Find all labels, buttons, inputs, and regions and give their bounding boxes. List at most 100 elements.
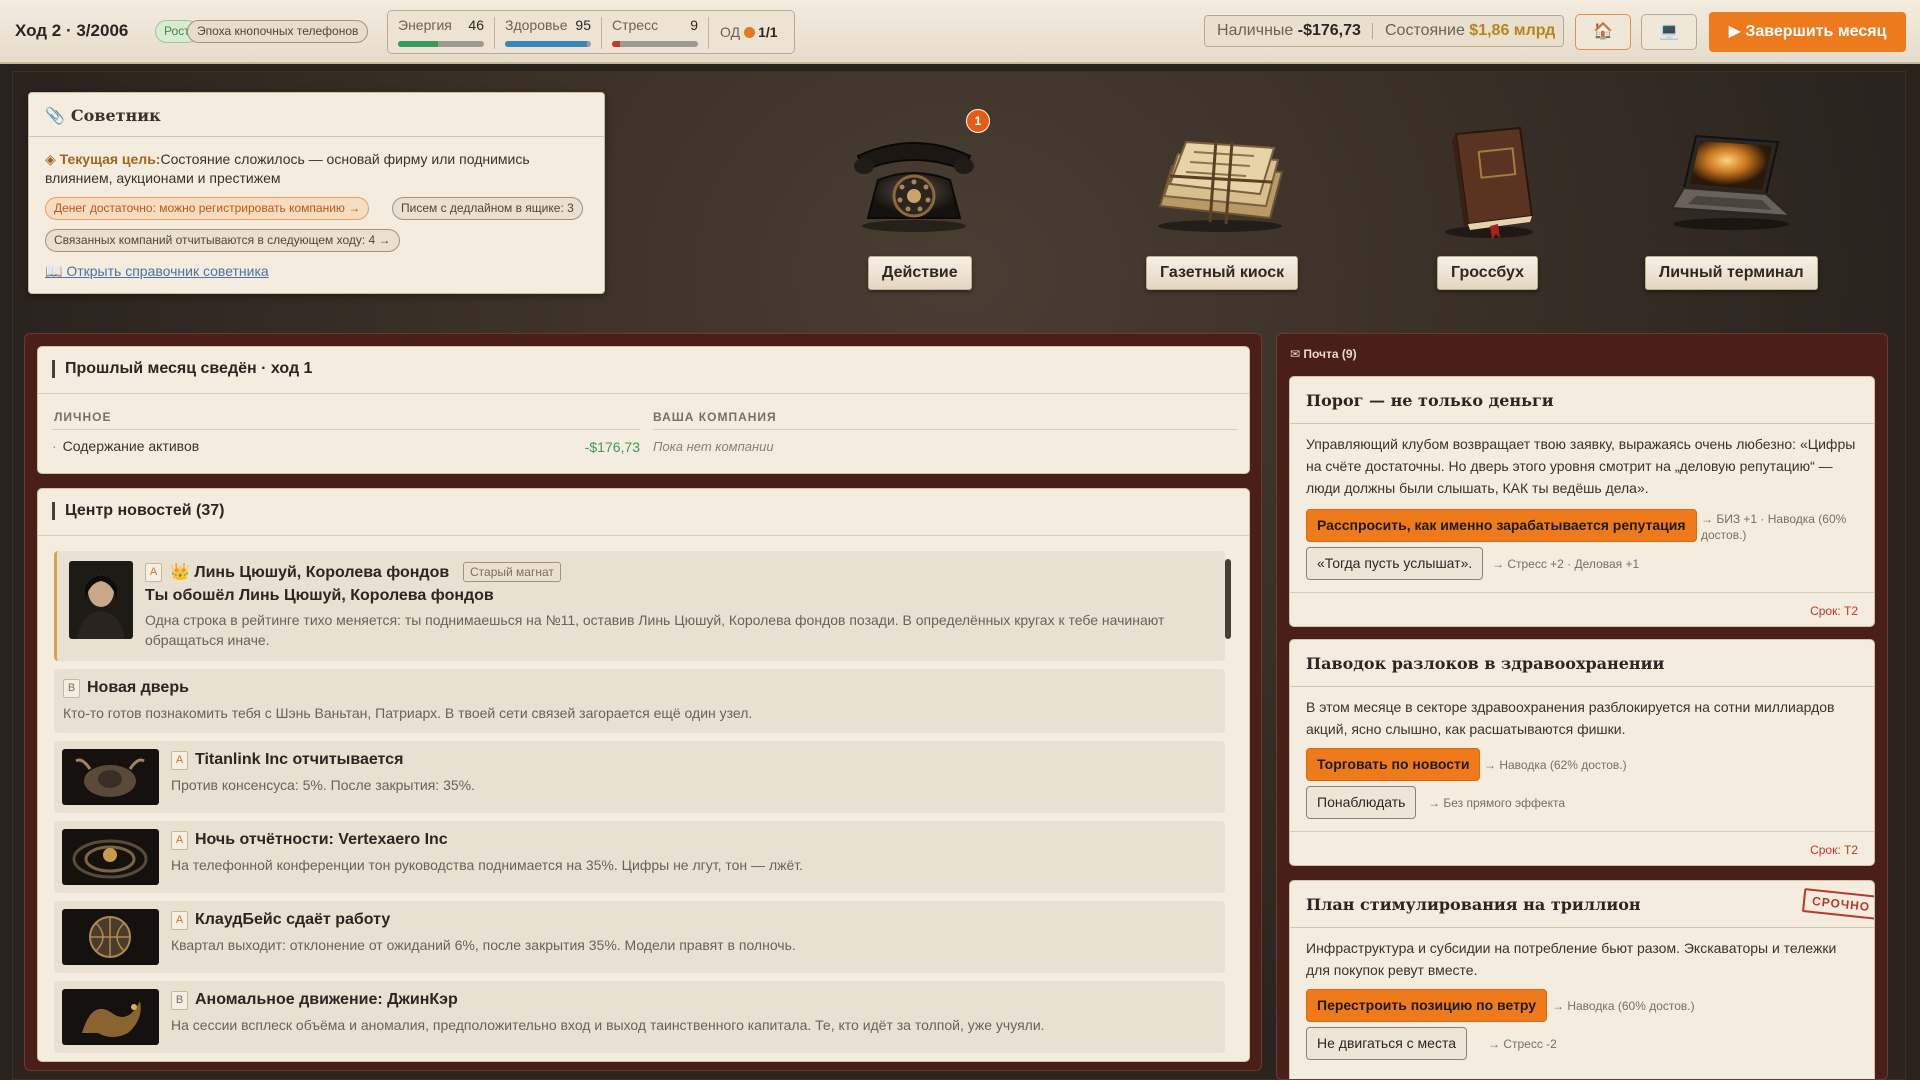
- news-text: На телефонной конференции тон руководств…: [171, 857, 804, 873]
- rebuild-position-button[interactable]: Перестроить позицию по ветру: [1306, 989, 1548, 1022]
- newspaper-stack-icon[interactable]: [1150, 126, 1290, 232]
- news-item[interactable]: B Новая дверь Кто-то готов познакомить т…: [54, 669, 1225, 733]
- news-tag: A: [171, 911, 188, 930]
- personal-terminal-button[interactable]: Личный терминал: [1645, 256, 1818, 290]
- option-effect: → Наводка (60% достов.): [1552, 999, 1695, 1013]
- health-stat: Здоровье 95: [505, 17, 591, 33]
- left-panel: Прошлый месяц сведён · ход 1 ЛИЧНОЕ ВАША…: [24, 333, 1262, 1071]
- observe-button[interactable]: Понаблюдать: [1306, 786, 1417, 819]
- tycoon-chip: Старый магнат: [463, 562, 561, 582]
- stress-stat: Стресс 9: [612, 17, 698, 33]
- letter-text: В этом месяце в секторе здравоохранения …: [1306, 699, 1835, 737]
- news-item[interactable]: B Аномальное движение: ДжинКэр На сессии…: [54, 981, 1225, 1053]
- letter-text: Управляющий клубом возвращает твою заявк…: [1306, 436, 1856, 496]
- personal-column-header: ЛИЧНОЕ: [54, 410, 112, 424]
- action-point-coin-icon: [744, 27, 756, 38]
- news-tag: A: [145, 563, 162, 582]
- letter-title: План стимулирования на триллион: [1290, 881, 1874, 928]
- news-text: На сессии всплеск объёма и аномалия, пре…: [171, 1017, 1045, 1033]
- telephone-icon[interactable]: [852, 122, 976, 232]
- bull-thumbnail: [62, 749, 159, 805]
- net-worth-label: Состояние: [1385, 22, 1465, 39]
- news-title: 👑 Линь Цюшуй, Королева фондов: [170, 564, 450, 581]
- health-bar: [505, 41, 591, 47]
- goal-label: ◈ Текущая цель:: [45, 151, 161, 167]
- news-title: Новая дверь: [87, 679, 189, 696]
- let-them-hear-button[interactable]: «Тогда пусть услышат».: [1306, 547, 1484, 580]
- action-points-value: 1/1: [758, 24, 778, 40]
- health-label: Здоровье: [505, 17, 568, 33]
- asset-upkeep-value: -$176,73: [584, 439, 640, 455]
- news-scrollbar[interactable]: [1225, 559, 1231, 639]
- action-station-button[interactable]: Действие: [868, 256, 972, 290]
- advisor-handbook-link[interactable]: 📖 Открыть справочник советника: [45, 263, 269, 280]
- spiral-thumbnail: [62, 829, 159, 885]
- news-subtitle: Ты обошёл Линь Цюшуй, Королева фондов: [145, 587, 494, 604]
- cash-label: Наличные: [1217, 22, 1294, 39]
- laptop-terminal-icon[interactable]: [1666, 130, 1796, 230]
- news-center-card: Центр новостей (37) A 👑 Линь Цюшуй, Коро…: [37, 488, 1250, 1062]
- mail-header: ✉ Почта (9): [1290, 347, 1357, 361]
- stats-panel: Энергия 46 Здоровье 95 Стресс 9 ОД 1/1: [387, 10, 795, 54]
- portrait-thumbnail: [69, 561, 133, 639]
- laptop-icon: 💻: [1659, 23, 1679, 40]
- advisor-title: Советник: [70, 106, 161, 125]
- action-points-label: ОД: [720, 24, 741, 40]
- dragon-thumbnail: [62, 989, 159, 1045]
- stay-put-button[interactable]: Не двигаться с места: [1306, 1027, 1468, 1060]
- option-effect: → Без прямого эффекта: [1428, 796, 1565, 810]
- net-worth-display: Состояние $1,86 млрд: [1385, 16, 1555, 46]
- option-effect: → Стресс +2 · Деловая +1: [1492, 557, 1640, 571]
- news-item[interactable]: A Titanlink Inc отчитывается Против конс…: [54, 741, 1225, 813]
- mail-letter: План стимулирования на триллион СРОЧНО И…: [1289, 880, 1875, 1079]
- news-title: Titanlink Inc отчитывается: [195, 751, 404, 768]
- stress-bar: [612, 41, 698, 47]
- option-effect: → БИЗ +1 · Наводка (60% достов.): [1701, 512, 1847, 542]
- end-month-button[interactable]: ▶ Завершить месяц: [1709, 12, 1906, 52]
- home-button[interactable]: 🏠: [1575, 14, 1631, 50]
- top-bar: Ход 2 · 3/2006 Рост Эпоха кнопочных теле…: [0, 0, 1920, 64]
- letter-deadline: Срок: T2: [1810, 604, 1858, 618]
- news-item[interactable]: A Ночь отчётности: Vertexaero Inc На тел…: [54, 821, 1225, 893]
- ask-reputation-button[interactable]: Расспросить, как именно зарабатывается р…: [1306, 509, 1697, 542]
- ledger-book-icon[interactable]: [1434, 120, 1544, 240]
- hint-deadline-letters: Писем с дедлайном в ящике: 3: [392, 197, 583, 220]
- company-column-header: ВАША КОМПАНИЯ: [653, 410, 777, 424]
- cash-value: -$176,73: [1297, 22, 1361, 39]
- news-text: Кто-то готов познакомить тебя с Шэнь Ван…: [63, 705, 753, 721]
- hint-register-company[interactable]: Денег достаточно: можно регистрировать к…: [45, 197, 370, 220]
- stress-label: Стресс: [612, 17, 659, 33]
- letter-title: Порог — не только деньги: [1290, 377, 1874, 424]
- computer-button[interactable]: 💻: [1641, 14, 1697, 50]
- newsstand-button[interactable]: Газетный киоск: [1146, 256, 1299, 290]
- letter-title: Паводок разлоков в здравоохранении: [1290, 640, 1874, 687]
- mail-panel: ✉ Почта (9) Порог — не только деньги Упр…: [1276, 333, 1888, 1080]
- hint-linked-companies[interactable]: Связанных компаний отчитываются в следую…: [45, 229, 400, 252]
- news-tag: A: [171, 831, 188, 850]
- month-summary-card: Прошлый месяц сведён · ход 1 ЛИЧНОЕ ВАША…: [37, 346, 1250, 474]
- energy-stat: Энергия 46: [398, 17, 484, 33]
- turn-indicator: Ход 2 · 3/2006: [15, 21, 129, 40]
- ledger-button[interactable]: Гроссбух: [1437, 256, 1539, 290]
- action-points: ОД 1/1: [720, 24, 778, 40]
- home-icon: 🏠: [1593, 23, 1613, 40]
- news-title: Ночь отчётности: Vertexaero Inc: [195, 831, 448, 848]
- summary-title: Прошлый месяц сведён · ход 1: [52, 360, 312, 378]
- news-tag: A: [171, 751, 188, 770]
- news-item[interactable]: A 👑 Линь Цюшуй, Королева фондов Старый м…: [54, 551, 1225, 661]
- trade-on-news-button[interactable]: Торговать по новости: [1306, 748, 1481, 781]
- stress-value: 9: [690, 17, 698, 33]
- letter-text: Инфраструктура и субсидии на потребление…: [1306, 940, 1837, 978]
- energy-bar: [398, 41, 484, 47]
- cash-display: Наличные -$176,73: [1217, 16, 1361, 46]
- news-item[interactable]: A КлаудБейс сдаёт работу Квартал выходит…: [54, 901, 1225, 973]
- paperclip-icon: 📎: [45, 106, 65, 125]
- era-badge: Эпоха кнопочных телефонов: [187, 20, 369, 43]
- current-goal: ◈ Текущая цель:Состояние сложилось — осн…: [45, 150, 590, 188]
- net-worth-value: $1,86 млрд: [1469, 22, 1556, 39]
- news-tag: B: [171, 991, 188, 1010]
- news-center-title: Центр новостей (37): [52, 502, 225, 520]
- letter-deadline: Срок: T2: [1810, 843, 1858, 857]
- mail-letter: Паводок разлоков в здравоохранении В это…: [1289, 639, 1875, 866]
- asset-upkeep-label: · Содержание активов: [52, 438, 200, 454]
